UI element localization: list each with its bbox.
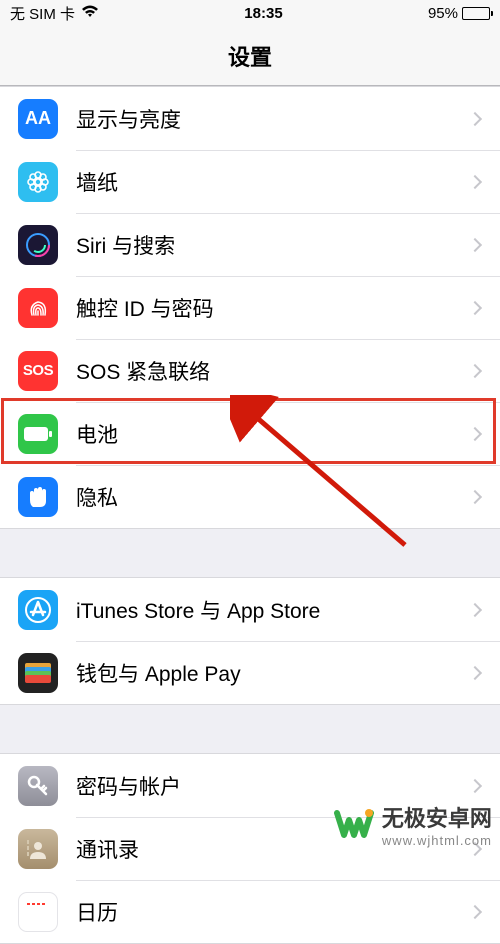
row-touchid[interactable]: 触控 ID 与密码 (0, 276, 500, 339)
chevron-right-icon (468, 665, 482, 679)
chevron-right-icon (468, 426, 482, 440)
chevron-right-icon (468, 237, 482, 251)
row-label: Siri 与搜索 (76, 230, 470, 260)
watermark-logo-icon (334, 805, 374, 845)
sos-icon: SOS (18, 351, 58, 391)
row-label: 密码与帐户 (76, 771, 470, 801)
row-label: iTunes Store 与 App Store (76, 595, 470, 625)
clock: 18:35 (244, 5, 282, 22)
battery-icon (462, 7, 490, 20)
chevron-right-icon (468, 111, 482, 125)
watermark-url: www.wjhtml.com (382, 833, 492, 848)
settings-group-1: AA 显示与亮度 墙纸 Siri 与搜索 触控 ID 与密码 SOS SOS 紧… (0, 86, 500, 529)
chevron-right-icon (468, 602, 482, 616)
row-privacy[interactable]: 隐私 (0, 465, 500, 528)
fingerprint-icon (18, 288, 58, 328)
settings-group-2: iTunes Store 与 App Store 钱包与 Apple Pay (0, 577, 500, 705)
row-label: 电池 (76, 419, 470, 449)
watermark: 无极安卓网 www.wjhtml.com (334, 801, 492, 848)
carrier-label: 无 SIM 卡 (10, 3, 75, 24)
chevron-right-icon (468, 300, 482, 314)
hand-icon (18, 477, 58, 517)
row-sos[interactable]: SOS SOS 紧急联络 (0, 339, 500, 402)
row-label: 触控 ID 与密码 (76, 293, 470, 323)
battery-pct-label: 95% (428, 5, 458, 22)
row-label: 显示与亮度 (76, 104, 470, 134)
row-siri[interactable]: Siri 与搜索 (0, 213, 500, 276)
chevron-right-icon (468, 174, 482, 188)
watermark-brand: 无极安卓网 (382, 801, 492, 833)
nav-bar: 设置 (0, 26, 500, 86)
row-battery[interactable]: 电池 (0, 402, 500, 465)
row-label: 隐私 (76, 482, 470, 512)
row-itunes[interactable]: iTunes Store 与 App Store (0, 578, 500, 641)
chevron-right-icon (468, 778, 482, 792)
key-icon (18, 766, 58, 806)
contacts-icon (18, 829, 58, 869)
wallet-icon (18, 653, 58, 693)
settings-group-3: 密码与帐户 通讯录 日历 (0, 753, 500, 944)
flower-icon (18, 162, 58, 202)
wifi-icon (81, 5, 99, 22)
row-display[interactable]: AA 显示与亮度 (0, 87, 500, 150)
chevron-right-icon (468, 904, 482, 918)
status-bar: 无 SIM 卡 18:35 95% (0, 0, 500, 26)
chevron-right-icon (468, 363, 482, 377)
appstore-icon (18, 590, 58, 630)
display-icon: AA (18, 99, 58, 139)
row-wallpaper[interactable]: 墙纸 (0, 150, 500, 213)
chevron-right-icon (468, 489, 482, 503)
row-label: 日历 (76, 897, 470, 927)
row-label: 墙纸 (76, 167, 470, 197)
row-wallet[interactable]: 钱包与 Apple Pay (0, 641, 500, 704)
page-title: 设置 (228, 40, 272, 72)
battery-icon (18, 414, 58, 454)
row-calendar[interactable]: 日历 (0, 880, 500, 943)
siri-icon (18, 225, 58, 265)
row-label: SOS 紧急联络 (76, 356, 470, 386)
row-label: 钱包与 Apple Pay (76, 658, 470, 688)
